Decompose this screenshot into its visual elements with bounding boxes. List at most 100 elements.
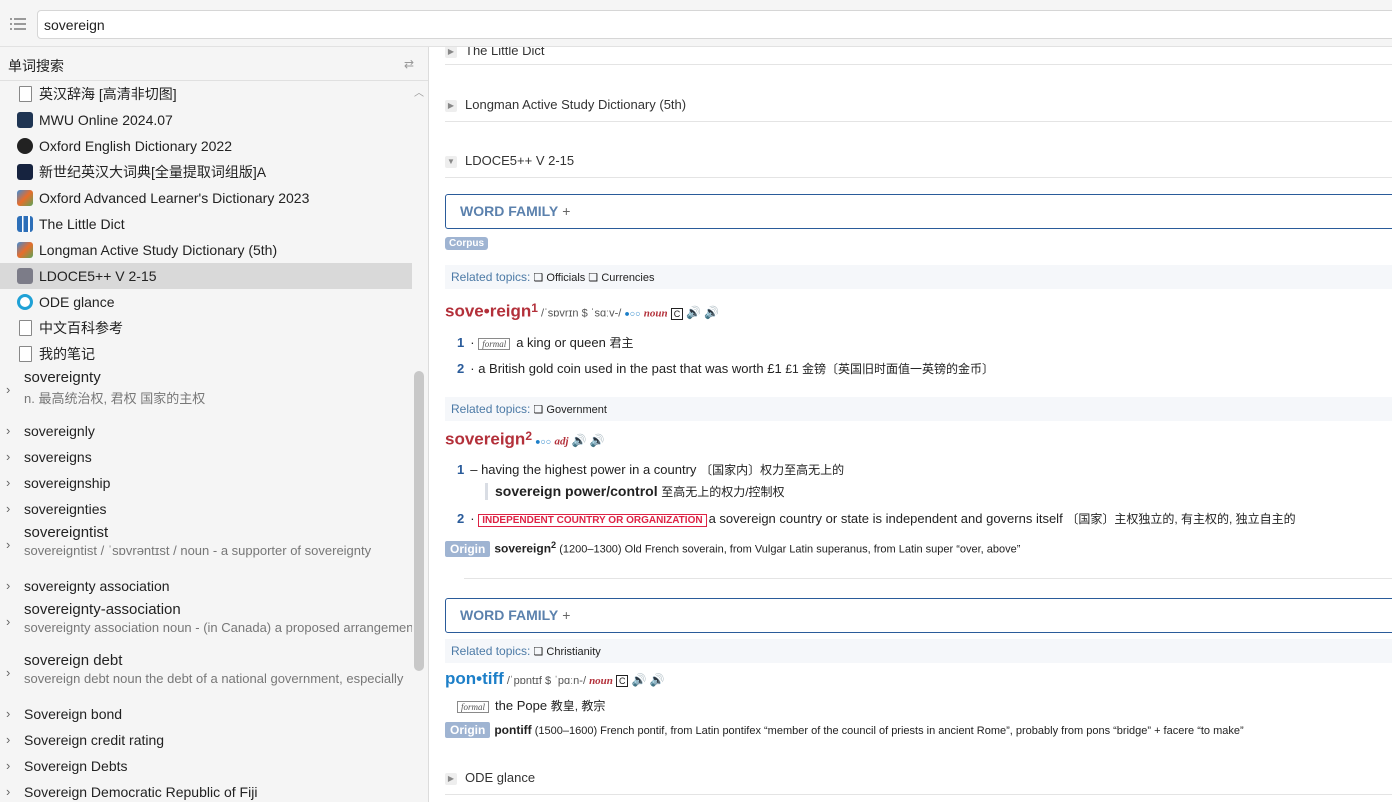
speaker-us-icon[interactable]: 🔊	[704, 306, 719, 320]
word-title: sovereignly	[24, 423, 95, 439]
swap-icon[interactable]: ⇄	[404, 57, 414, 71]
document-icon	[19, 86, 32, 102]
word-item[interactable]: › sovereignty n. 最高统治权, 君权 国家的主权	[0, 367, 412, 418]
topic-checkbox-icon: ❏	[533, 404, 544, 416]
dict-item-ode-glance[interactable]: ODE glance	[0, 289, 412, 315]
register-label: formal	[457, 701, 490, 713]
word-title: sovereigns	[24, 449, 92, 465]
translation: 〔国家内〕权力至高无上的	[700, 463, 845, 477]
sidebar-header: 单词搜索 ⇄	[0, 47, 428, 81]
word-family-box[interactable]: WORD FAMILY +	[445, 598, 1392, 633]
register-label: formal	[478, 338, 511, 350]
word-item[interactable]: › sovereignty association	[0, 573, 412, 599]
little-dict-icon	[17, 216, 33, 232]
word-item[interactable]: › sovereigntist sovereigntist / ˈsɒvrəntɪs…	[0, 522, 412, 573]
word-item[interactable]: › Sovereign Debts	[0, 753, 412, 779]
grammar-code: C	[670, 307, 684, 320]
topic-link[interactable]: Christianity	[546, 646, 600, 658]
origin-text: (1200–1300) Old French soverain, from Vu…	[559, 543, 1021, 556]
sidebar: 单词搜索 ⇄ ︿ 英汉辞海 [高清非切图] MWU Online 2024.07…	[0, 47, 429, 802]
chevron-right-icon: ›	[6, 537, 11, 552]
word-item[interactable]: › Sovereign credit rating	[0, 727, 412, 753]
related-topics-label: Related topics:	[451, 402, 531, 416]
sense: 1 · formal a king or queen 君主	[457, 335, 634, 350]
dict-item-baike[interactable]: 中文百科参考	[0, 315, 412, 341]
topic-link[interactable]: Government	[546, 404, 607, 416]
part-of-speech: noun	[643, 307, 668, 320]
entry-header: pon•tiff /ˈpɒntɪf $ ˈpɑːn-/ noun C 🔊 🔊	[445, 669, 665, 689]
section-title: The Little Dict	[465, 47, 545, 58]
sidebar-scrollbar[interactable]	[414, 371, 424, 671]
word-item[interactable]: › sovereigns	[0, 444, 412, 470]
speaker-uk-icon[interactable]: 🔊	[632, 673, 647, 687]
dict-item-mwu[interactable]: MWU Online 2024.07	[0, 107, 412, 133]
app-window: 单词搜索 ⇄ ︿ 英汉辞海 [高清非切图] MWU Online 2024.07…	[0, 0, 1392, 802]
topic-link[interactable]: Currencies	[601, 272, 654, 284]
dict-label: MWU Online 2024.07	[39, 112, 173, 128]
word-item[interactable]: › sovereignty-association sovereignty asso…	[0, 599, 412, 650]
part-of-speech: adj	[554, 435, 569, 448]
word-title: sovereignty	[24, 369, 101, 386]
word-item[interactable]: › sovereignship	[0, 470, 412, 496]
speaker-uk-icon[interactable]: 🔊	[572, 434, 587, 448]
dict-label: Oxford English Dictionary 2022	[39, 138, 232, 154]
origin-word: sovereign	[494, 541, 552, 556]
word-title: Sovereign bond	[24, 706, 123, 722]
word-title: sovereignship	[24, 475, 111, 491]
chevron-right-icon: ›	[6, 382, 11, 397]
topic-checkbox-icon: ❏	[533, 646, 544, 658]
divider	[464, 578, 1392, 579]
origin: Origin pontiff (1500–1600) French pontif,…	[445, 722, 1244, 738]
section-little-dict[interactable]: ▶ The Little Dict	[445, 47, 1392, 65]
entry-header: sove•reign1 /ˈsɒvrɪn $ ˈsɑːv-/ ●○○ noun …	[445, 301, 719, 322]
speaker-us-icon[interactable]: 🔊	[650, 673, 665, 687]
sense: formal the Pope 教皇, 教宗	[457, 697, 605, 714]
word-item[interactable]: › sovereignly	[0, 418, 412, 444]
chevron-right-icon: ›	[6, 706, 11, 721]
ldoce-icon	[17, 268, 33, 284]
dict-item-little-dict[interactable]: The Little Dict	[0, 211, 412, 237]
chevron-down-icon: ▼	[445, 155, 457, 168]
menu-list-icon[interactable]	[9, 15, 27, 33]
dict-item-longman-active[interactable]: Longman Active Study Dictionary (5th)	[0, 237, 412, 263]
word-family-box[interactable]: WORD FAMILY +	[445, 194, 1392, 229]
word-title: sovereignties	[24, 501, 107, 517]
origin-text: (1500–1600) French pontif, from Latin po…	[534, 725, 1244, 737]
topic-link[interactable]: Officials	[546, 272, 585, 284]
topic-checkbox-icon: ❏	[533, 272, 544, 284]
section-longman-active[interactable]: ▶ Longman Active Study Dictionary (5th)	[445, 97, 1392, 122]
sense-number: 2	[457, 511, 465, 526]
search-input[interactable]	[37, 10, 1392, 39]
word-subtitle: sovereign debt noun the debt of a nation…	[24, 671, 404, 686]
oald-icon	[17, 190, 33, 206]
dict-item-xinshiji[interactable]: 新世纪英汉大词典[全量提取词组版]A	[0, 159, 412, 185]
dict-item-notes[interactable]: 我的笔记	[0, 341, 412, 367]
dict-item-oald[interactable]: Oxford Advanced Learner's Dictionary 202…	[0, 185, 412, 211]
mwu-icon	[17, 112, 33, 128]
plus-icon[interactable]: +	[562, 607, 570, 623]
word-item[interactable]: › sovereignties	[0, 496, 412, 522]
top-bar	[0, 0, 1392, 47]
dictionary-list: 英汉辞海 [高清非切图] MWU Online 2024.07 Oxford E…	[0, 81, 428, 367]
dict-item-yinghan-cihai[interactable]: 英汉辞海 [高清非切图]	[0, 81, 412, 107]
word-title: sovereignty-association	[24, 601, 181, 618]
headword: sovereign	[445, 429, 526, 449]
section-ldoce[interactable]: ▼ LDOCE5++ V 2-15	[445, 153, 1392, 178]
word-item[interactable]: › Sovereign Democratic Republic of Fiji	[0, 779, 412, 802]
part-of-speech: noun	[589, 675, 613, 687]
sense-number: 2	[457, 361, 465, 376]
related-topics-label: Related topics:	[451, 644, 531, 658]
word-item[interactable]: › sovereign debt sovereign debt noun the d…	[0, 650, 412, 701]
plus-icon[interactable]: +	[562, 203, 570, 219]
chevron-up-icon[interactable]: ︿	[414, 84, 424, 99]
chevron-right-icon: ▶	[445, 47, 457, 58]
section-ode-glance[interactable]: ▶ ODE glance	[445, 770, 1392, 795]
dict-item-ldoce[interactable]: LDOCE5++ V 2-15	[0, 263, 412, 289]
speaker-us-icon[interactable]: 🔊	[590, 434, 605, 448]
word-title: Sovereign Debts	[24, 758, 128, 774]
word-item[interactable]: › Sovereign bond	[0, 701, 412, 727]
dict-item-oed[interactable]: Oxford English Dictionary 2022	[0, 133, 412, 159]
definition: a sovereign country or state is independ…	[708, 511, 1063, 526]
speaker-uk-icon[interactable]: 🔊	[686, 306, 701, 320]
corpus-badge[interactable]: Corpus	[445, 237, 488, 250]
